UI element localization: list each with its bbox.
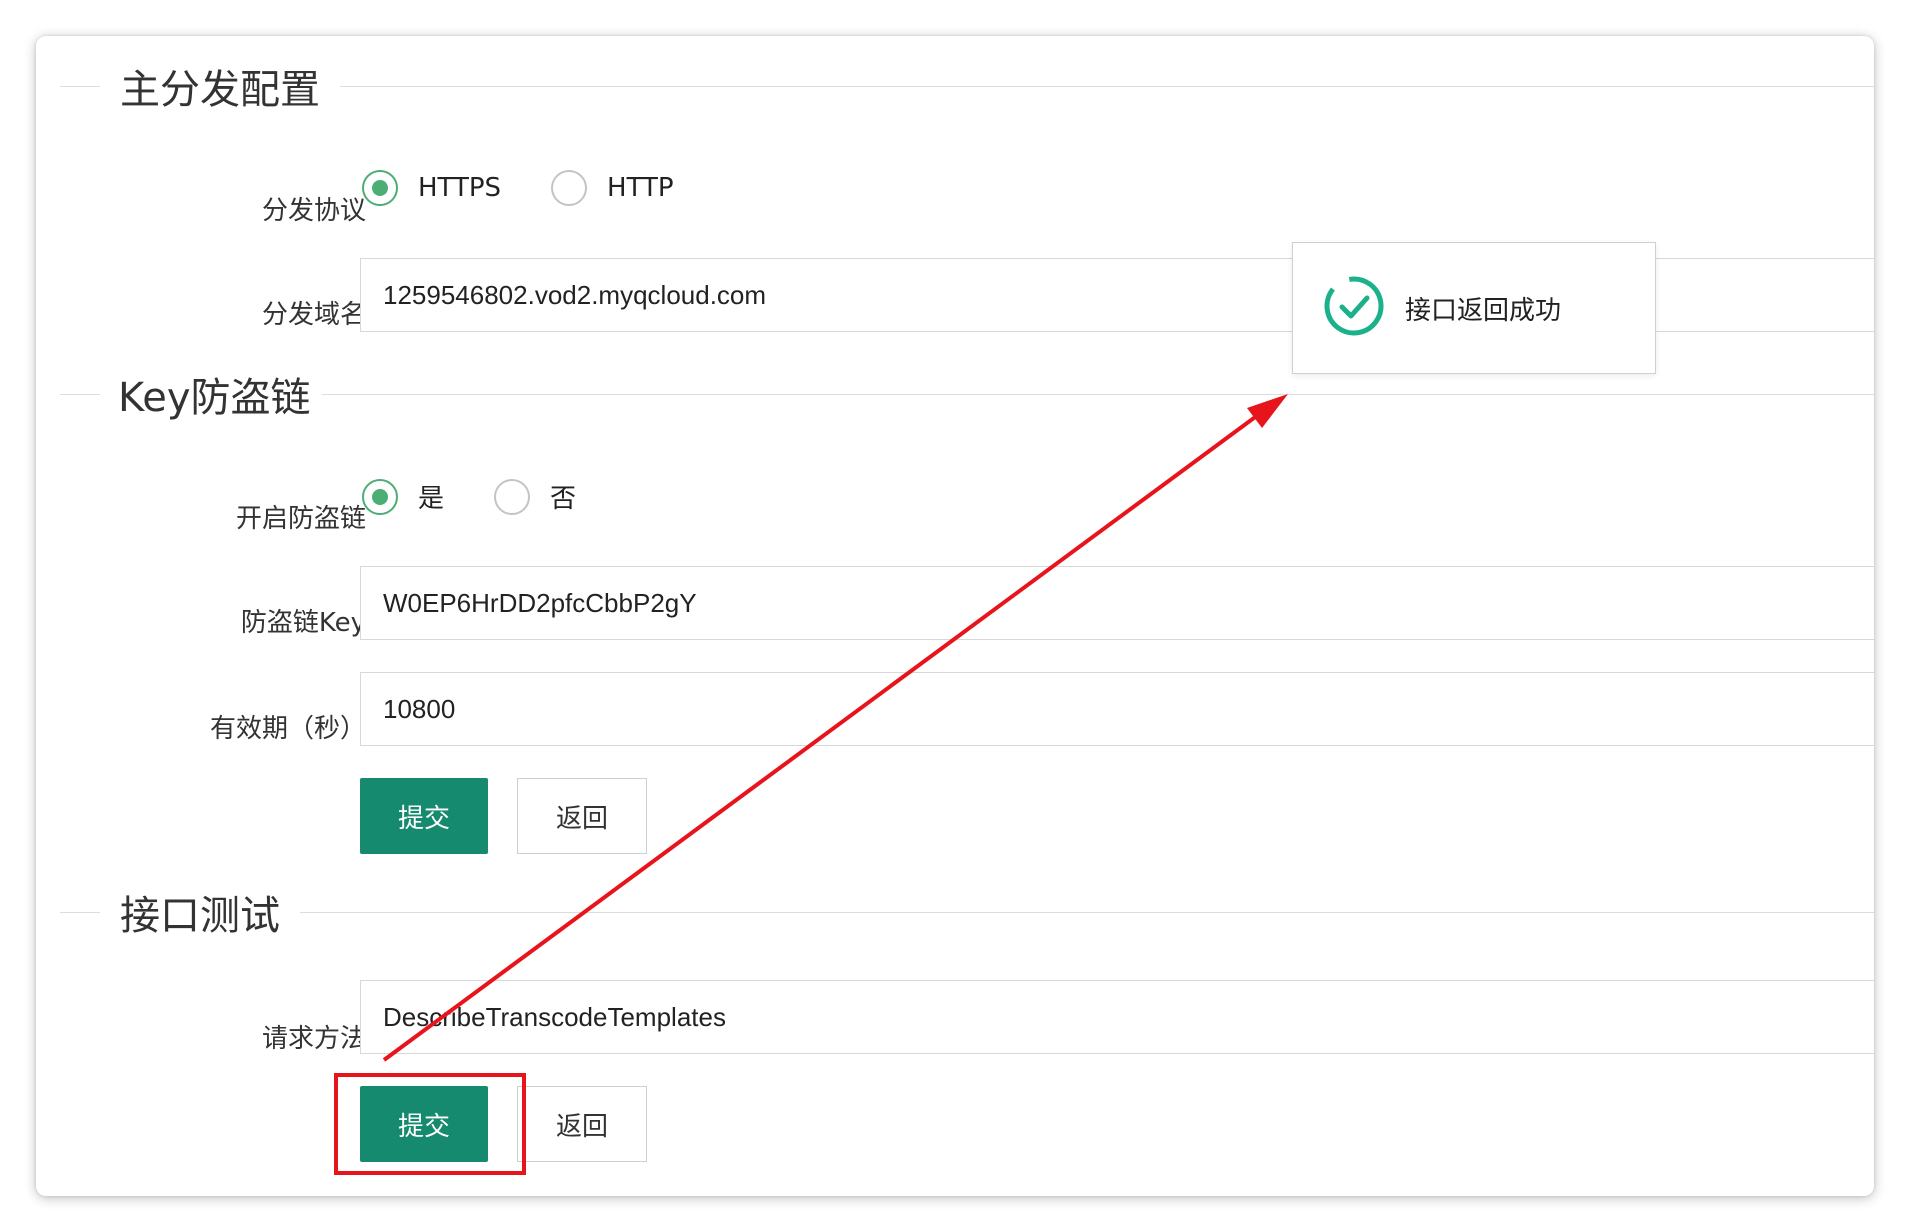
enable-hotlink-label: 开启防盗链 [235, 504, 366, 534]
check-circle-icon [1323, 275, 1385, 341]
divider [322, 394, 1874, 395]
hotlink-key-label: 防盗链Key [240, 608, 366, 638]
config-card: 主分发配置 分发协议 HTTPS HTTP 分发域名 1259546802.vo… [36, 36, 1874, 1196]
annotation-highlight-box [334, 1073, 526, 1175]
radio-label: HTTP [607, 173, 674, 203]
radio-label: HTTPS [418, 173, 502, 203]
section-title: 主分发配置 [120, 67, 320, 113]
hotlink-key-input[interactable]: W0EP6HrDD2pfcCbbP2gY [360, 566, 1874, 640]
divider [340, 86, 1874, 87]
protocol-radio-group: HTTPS HTTP [362, 170, 724, 206]
toast-message: 接口返回成功 [1405, 295, 1562, 326]
radio-button[interactable] [494, 478, 531, 515]
submit-button[interactable]: 提交 [360, 778, 488, 854]
section-title: Key防盗链 [118, 375, 311, 421]
back-button[interactable]: 返回 [517, 778, 647, 854]
api-back-button[interactable]: 返回 [517, 1086, 647, 1162]
divider [60, 394, 100, 395]
divider [60, 912, 100, 913]
expiry-label: 有效期（秒） [209, 714, 366, 744]
radio-label: 是 [418, 484, 445, 514]
section-main-distribution: 主分发配置 [36, 56, 1874, 116]
radio-option-yes[interactable]: 是 [362, 478, 444, 515]
success-toast: 接口返回成功 [1292, 242, 1656, 374]
section-title: 接口测试 [120, 893, 280, 939]
enable-hotlink-radio-group: 是 否 [362, 478, 626, 515]
expiry-input[interactable]: 10800 [360, 672, 1874, 746]
divider [60, 86, 100, 87]
radio-option-http[interactable]: HTTP [551, 170, 674, 206]
radio-option-no[interactable]: 否 [494, 478, 576, 515]
domain-label: 分发域名 [261, 300, 366, 330]
radio-button[interactable] [551, 170, 588, 206]
protocol-label: 分发协议 [261, 196, 366, 226]
radio-label: 否 [550, 484, 577, 514]
divider [300, 912, 1874, 913]
request-method-input[interactable]: DescribeTranscodeTemplates [360, 980, 1874, 1054]
radio-option-https[interactable]: HTTPS [362, 170, 501, 206]
request-method-label: 请求方法 [261, 1024, 366, 1054]
radio-button[interactable] [362, 478, 398, 515]
radio-button[interactable] [362, 170, 398, 206]
section-api-test: 接口测试 [36, 882, 1874, 942]
